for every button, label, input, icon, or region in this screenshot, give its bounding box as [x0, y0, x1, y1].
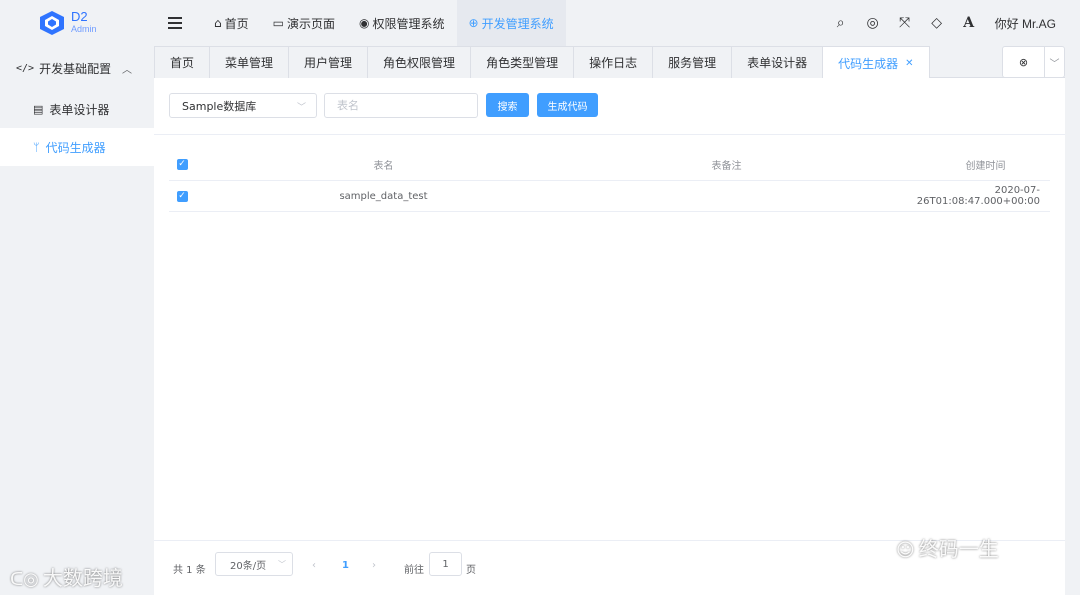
topnav-home[interactable]: ⌂ 首页 — [202, 0, 261, 46]
database-select[interactable]: Sample数据库 ﹀ — [169, 93, 317, 118]
user-greeting[interactable]: 你好 Mr.AG — [985, 15, 1080, 32]
column-header-name[interactable]: 表名 — [195, 157, 572, 172]
branch-icon: ᛘ — [33, 140, 40, 154]
table-cell-created: 2020-07-26T01:08:47.000+00:00 — [916, 185, 1040, 207]
database-select-value: Sample数据库 — [182, 99, 257, 113]
page-suffix-label: 页 — [466, 565, 476, 576]
topnav-permission[interactable]: ◉ 权限管理系统 — [347, 0, 457, 46]
generate-code-button[interactable]: 生成代码 — [537, 93, 598, 117]
tables-list: ✓ 表名 表备注 创建时间 ✓ sample_data_test 2020-07… — [169, 148, 1050, 212]
tab-label: 代码生成器 — [838, 56, 899, 71]
fullscreen-icon[interactable]: ⤧ — [889, 0, 921, 46]
page-content: Sample数据库 ﹀ 搜索 生成代码 ✓ 表名 表备注 创建时间 ✓ samp… — [154, 78, 1065, 595]
search-icon[interactable]: ⌕ — [825, 0, 857, 46]
chevron-down-icon: ﹀ — [296, 103, 306, 113]
watermark-right: ☺ 终码一生 — [896, 533, 999, 562]
tab-label: 操作日志 — [589, 56, 638, 70]
code-icon: </> — [16, 62, 35, 74]
tab-user-management[interactable]: 用户管理 — [289, 46, 369, 78]
target-icon[interactable]: ◎ — [857, 0, 889, 46]
folder-icon: ▭ — [272, 16, 284, 30]
globe-icon: ⊕ — [468, 16, 479, 30]
chevron-down-icon: ﹀ — [278, 560, 286, 569]
chevron-down-icon[interactable]: ﹀ — [1045, 47, 1064, 77]
topnav-demo[interactable]: ▭ 演示页面 — [261, 0, 347, 46]
tab-role-permission[interactable]: 角色权限管理 — [368, 46, 472, 78]
pagination-total: 共 1 条 — [173, 565, 206, 576]
close-all-tabs-icon[interactable]: ⊗ — [1003, 47, 1045, 77]
sidebar-item-label: 表单设计器 — [49, 102, 110, 117]
font-icon[interactable]: A — [953, 0, 985, 46]
goto-page-input[interactable] — [429, 552, 462, 576]
topnav-label: 首页 — [224, 16, 249, 31]
tab-code-generator[interactable]: 代码生成器 ✕ — [823, 46, 930, 79]
select-all-checkbox[interactable]: ✓ — [176, 158, 188, 170]
topnav-label: 开发管理系统 — [481, 16, 554, 31]
logo-title: D2 — [71, 9, 88, 24]
header: D2 Admin ⌂ 首页 ▭ 演示页面 ◉ 权限管理系统 ⊕ 开发管理系统 ⌕… — [0, 0, 1080, 46]
header-actions: ⌕ ◎ ⤧ ◇ A 你好 Mr.AG — [825, 0, 1080, 46]
page-size-value: 20条/页 — [230, 560, 267, 572]
tab-label: 角色类型管理 — [486, 56, 559, 70]
top-navigation: ⌂ 首页 ▭ 演示页面 ◉ 权限管理系统 ⊕ 开发管理系统 — [202, 0, 566, 46]
tab-form-designer[interactable]: 表单设计器 — [732, 46, 824, 78]
tab-home[interactable]: 首页 — [154, 46, 211, 78]
home-icon: ⌂ — [214, 16, 222, 30]
tab-label: 角色权限管理 — [383, 56, 456, 70]
table-row[interactable]: ✓ sample_data_test 2020-07-26T01:08:47.0… — [169, 181, 1050, 212]
wechat-icon: ☺ — [896, 540, 915, 561]
sidebar-item-label: 代码生成器 — [45, 140, 106, 155]
sidebar-group-label: 开发基础配置 — [39, 61, 112, 76]
sidebar: </> 开发基础配置 ︿ ▤ 表单设计器 ᛘ 代码生成器 — [0, 46, 154, 595]
tab-label: 首页 — [170, 56, 195, 70]
topnav-label: 权限管理系统 — [372, 16, 445, 31]
prev-page-icon[interactable]: ‹ — [312, 560, 316, 571]
goto-label: 前往 — [404, 565, 424, 576]
scrollbar[interactable] — [1065, 78, 1080, 595]
page-size-select[interactable]: 20条/页 ﹀ — [215, 552, 293, 576]
tab-label: 用户管理 — [304, 56, 353, 70]
watermark-logo-icon: ᑕ◎ — [10, 569, 39, 590]
logo-subtitle: Admin — [71, 24, 97, 34]
tab-role-type[interactable]: 角色类型管理 — [471, 46, 575, 78]
tab-controls: ⊗ ﹀ — [1002, 46, 1065, 78]
tab-label: 菜单管理 — [225, 56, 274, 70]
table-name-input[interactable] — [324, 93, 478, 118]
topnav-label: 演示页面 — [286, 16, 335, 31]
tab-service-management[interactable]: 服务管理 — [653, 46, 733, 78]
diamond-icon[interactable]: ◇ — [921, 0, 953, 46]
main-panel: 首页 菜单管理 用户管理 角色权限管理 角色类型管理 操作日志 服务管理 表单设… — [154, 46, 1065, 595]
menu-toggle-icon[interactable] — [168, 17, 182, 29]
watermark-left: ᑕ◎ 大数跨境 — [10, 562, 123, 591]
tab-operation-log[interactable]: 操作日志 — [574, 46, 654, 78]
sidebar-group-dev-config[interactable]: </> 开发基础配置 ︿ — [0, 46, 154, 90]
sidebar-item-form-designer[interactable]: ▤ 表单设计器 — [0, 90, 154, 128]
search-toolbar: Sample数据库 ﹀ 搜索 生成代码 — [154, 78, 1065, 135]
column-header-remark[interactable]: 表备注 — [572, 157, 881, 172]
table-cell-name: sample_data_test — [339, 190, 428, 202]
sidebar-item-code-generator[interactable]: ᛘ 代码生成器 — [0, 128, 154, 166]
app-logo[interactable]: D2 Admin — [0, 0, 154, 46]
chrome-icon: ◉ — [359, 16, 370, 30]
page-number-current[interactable]: 1 — [342, 560, 349, 571]
watermark-right-text: 终码一生 — [918, 537, 999, 561]
d2-logo-icon — [40, 11, 64, 35]
form-icon: ▤ — [33, 102, 44, 116]
topnav-dev-management[interactable]: ⊕ 开发管理系统 — [456, 0, 566, 46]
chevron-up-icon: ︿ — [122, 65, 132, 76]
column-header-created[interactable]: 创建时间 — [881, 157, 1050, 172]
tab-label: 服务管理 — [668, 56, 717, 70]
tab-menu-management[interactable]: 菜单管理 — [210, 46, 290, 78]
table-header-row: ✓ 表名 表备注 创建时间 — [169, 148, 1050, 181]
row-checkbox[interactable]: ✓ — [176, 190, 188, 202]
tab-label: 表单设计器 — [747, 56, 808, 70]
search-button[interactable]: 搜索 — [486, 93, 529, 117]
tab-close-icon[interactable]: ✕ — [905, 58, 913, 69]
page-tabs: 首页 菜单管理 用户管理 角色权限管理 角色类型管理 操作日志 服务管理 表单设… — [154, 46, 1065, 79]
watermark-left-text: 大数跨境 — [42, 566, 123, 590]
next-page-icon[interactable]: › — [372, 560, 376, 571]
